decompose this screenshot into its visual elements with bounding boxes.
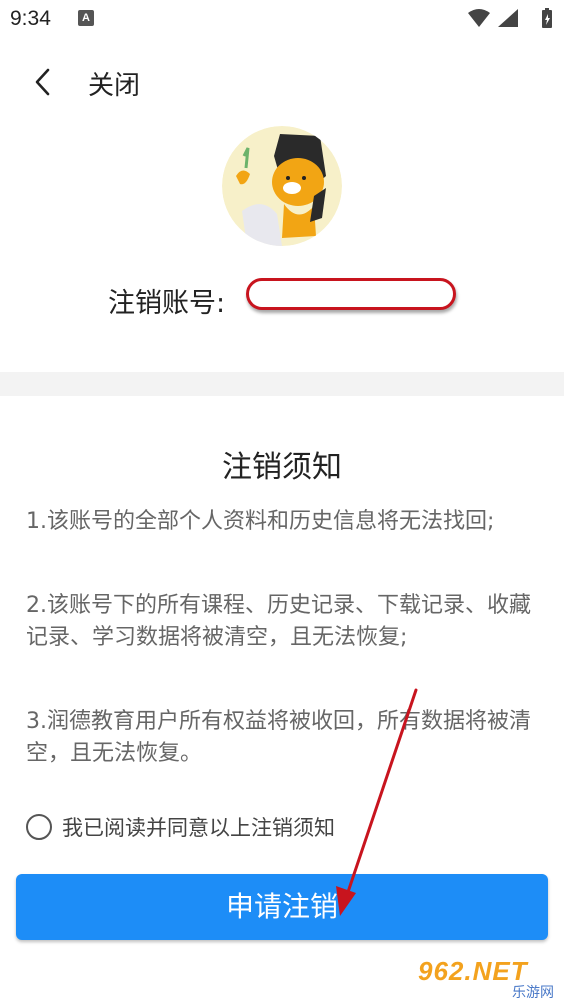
- account-row: 注销账号:: [0, 276, 564, 320]
- close-label[interactable]: 关闭: [88, 65, 140, 102]
- section-divider: [0, 372, 564, 396]
- account-label: 注销账号:: [108, 288, 226, 319]
- watermark-subtext: 乐游网: [512, 985, 554, 1001]
- agreement-label[interactable]: 我已阅读并同意以上注销须知: [62, 812, 335, 842]
- chevron-left-icon: [35, 68, 50, 96]
- back-button[interactable]: [30, 64, 62, 100]
- avatar: [222, 126, 342, 246]
- status-bar: 9:34 A: [0, 0, 564, 40]
- status-time: 9:34: [10, 7, 51, 30]
- apply-cancel-account-button[interactable]: 申请注销: [16, 874, 548, 940]
- header: 关闭: [0, 50, 564, 112]
- status-icons: [468, 8, 552, 28]
- watermark-logo: 962.NET 乐游网: [418, 954, 558, 1001]
- notification-icon: A: [78, 10, 94, 26]
- agreement-radio[interactable]: [26, 814, 52, 840]
- notice-title: 注销须知: [222, 450, 342, 485]
- notice-item-1: 1.该账号的全部个人资料和历史信息将无法找回;: [26, 509, 495, 534]
- wifi-icon: [468, 9, 490, 27]
- notice-item-2: 2.该账号下的所有课程、历史记录、下载记录、收藏记录、学习数据将被清空，且无法恢…: [26, 593, 531, 650]
- account-value-redacted: [246, 278, 456, 310]
- notice-item-3: 3.润德教育用户所有权益将被收回，所有数据将被清空，且无法恢复。: [26, 709, 531, 766]
- signal-icon: [498, 9, 518, 27]
